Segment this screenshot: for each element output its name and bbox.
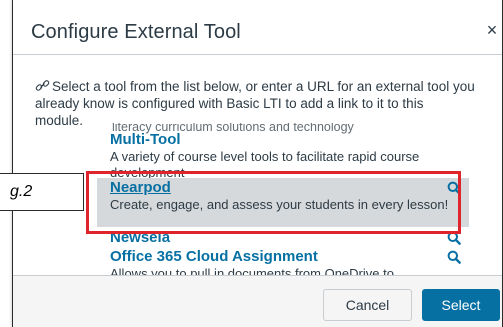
tool-name[interactable]: Nearpod	[110, 179, 469, 197]
tool-name[interactable]: Office 365 Cloud Assignment	[110, 248, 469, 266]
list-item-multi-tool[interactable]: Multi-Tool A variety of course level too…	[97, 130, 469, 180]
list-item-office-365-cloud-assignment[interactable]: Office 365 Cloud Assignment Allows you t…	[97, 247, 469, 275]
close-icon[interactable]: ×	[484, 21, 500, 39]
list-item-newsela[interactable]: Newsela	[97, 228, 469, 247]
figure-label: g.2	[0, 173, 84, 211]
search-icon[interactable]	[447, 250, 461, 264]
tool-list[interactable]: literacy curriculum solutions and techno…	[13, 123, 502, 275]
tool-description: Create, engage, and assess your students…	[110, 197, 449, 212]
intro-text-block: Select a tool from the list below, or en…	[35, 78, 475, 129]
dialog-header: Configure External Tool ×	[13, 0, 502, 55]
select-button[interactable]: Select	[422, 289, 500, 321]
dialog-title: Configure External Tool	[31, 21, 241, 43]
intro-text: Select a tool from the list below, or en…	[35, 79, 475, 128]
search-icon[interactable]	[447, 181, 461, 195]
link-icon	[35, 80, 50, 91]
cancel-button[interactable]: Cancel	[323, 289, 412, 321]
tool-description: A variety of course level tools to facil…	[110, 149, 420, 180]
tool-name[interactable]: Newsela	[110, 229, 469, 247]
tool-name[interactable]: Multi-Tool	[110, 131, 469, 149]
configure-external-tool-dialog: Configure External Tool × Select a tool …	[12, 0, 503, 327]
tool-description: Allows you to pull in documents from One…	[110, 266, 394, 275]
list-item-nearpod[interactable]: Nearpod Create, engage, and assess your …	[97, 178, 469, 227]
dialog-footer: Cancel Select	[13, 275, 502, 327]
search-icon[interactable]	[447, 231, 461, 245]
